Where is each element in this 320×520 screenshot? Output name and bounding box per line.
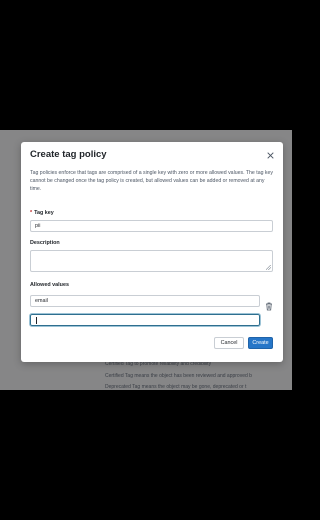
- create-button[interactable]: Create: [248, 337, 273, 349]
- description-label: Description: [30, 240, 60, 246]
- allowed-values-label: Allowed values: [30, 282, 69, 288]
- required-mark: *: [30, 210, 33, 216]
- letterbox-bottom: [0, 390, 292, 520]
- trash-icon: [266, 302, 272, 311]
- cancel-button[interactable]: Cancel: [214, 337, 244, 349]
- delete-value-button[interactable]: [265, 298, 273, 311]
- tag-key-input[interactable]: pii: [30, 220, 273, 232]
- new-allowed-value-input[interactable]: [29, 313, 261, 327]
- tag-key-label: * Tag key: [30, 210, 54, 216]
- dialog-description: Tag policies enforce that tags are compr…: [30, 170, 273, 192]
- text-caret: [36, 316, 37, 324]
- screen: Certified Tag to promote reliability and…: [0, 0, 292, 520]
- allowed-value-input[interactable]: email: [30, 295, 260, 307]
- allowed-value-text: email: [35, 298, 48, 304]
- resize-handle-icon[interactable]: [266, 265, 271, 270]
- create-tag-policy-dialog: Create tag policy Tag policies enforce t…: [21, 142, 283, 362]
- tag-key-value: pii: [35, 223, 41, 229]
- dialog-title: Create tag policy: [30, 149, 107, 160]
- description-textarea[interactable]: [30, 250, 273, 272]
- letterbox-top: [0, 0, 292, 130]
- close-button[interactable]: [264, 149, 276, 161]
- close-icon: [266, 151, 274, 159]
- tag-key-label-text: Tag key: [34, 210, 54, 216]
